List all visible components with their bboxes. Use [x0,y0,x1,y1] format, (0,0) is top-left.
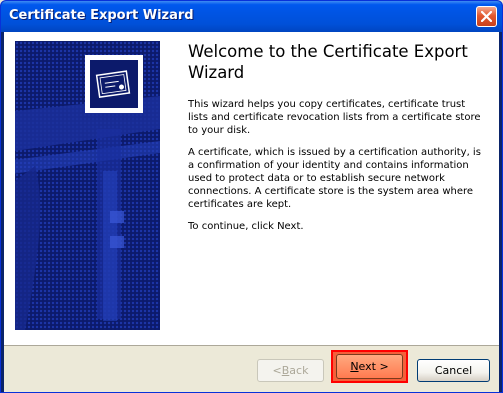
intro-paragraph: This wizard helps you copy certificates,… [188,99,481,136]
wizard-content: Welcome to the Certificate Export Wizard… [188,41,483,242]
title-bar[interactable]: Certificate Export Wizard [1,1,502,32]
next-button[interactable]: Next > [336,354,403,379]
next-button-suffix: ext > [358,360,389,373]
wizard-client-area: Welcome to the Certificate Export Wizard… [4,32,499,392]
next-button-accesskey: N [350,360,359,373]
close-button[interactable] [476,6,497,27]
certificate-icon [85,55,143,113]
wizard-footer: < Back Next > Cancel [4,345,499,392]
back-button[interactable]: < Back [257,359,324,382]
wizard-banner [15,41,160,330]
back-button-accesskey: B [281,364,290,377]
back-button-prefix: < [272,364,282,377]
certificate-description-paragraph: A certificate, which is issued by a cert… [188,147,481,210]
window-title: Certificate Export Wizard [9,8,194,23]
close-icon [481,11,492,22]
welcome-heading: Welcome to the Certificate Export Wizard [188,42,468,82]
dialog-window: Certificate Export Wizard Welcome to the… [0,0,503,393]
continue-instruction: To continue, click Next. [188,221,304,232]
back-button-suffix: ack [289,364,309,377]
cancel-button[interactable]: Cancel [417,359,490,382]
